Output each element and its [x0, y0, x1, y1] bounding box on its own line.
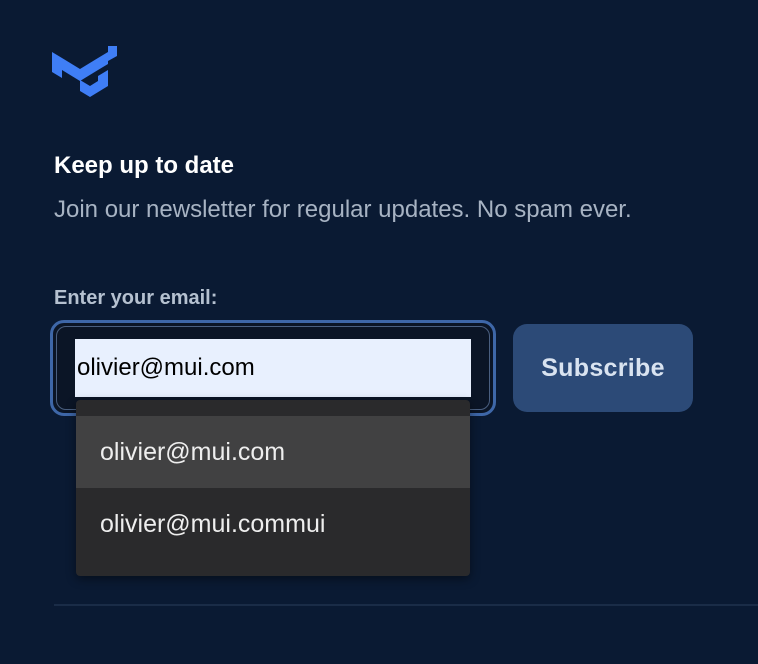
subscribe-button[interactable]: Subscribe	[513, 324, 693, 412]
autocomplete-option[interactable]: olivier@mui.com	[76, 416, 470, 488]
newsletter-subtext: Join our newsletter for regular updates.…	[54, 196, 632, 223]
mui-logo-icon[interactable]	[52, 46, 118, 102]
autocomplete-dropdown: olivier@mui.com olivier@mui.commui	[76, 400, 470, 576]
email-input[interactable]	[75, 339, 471, 397]
newsletter-heading: Keep up to date	[54, 152, 235, 179]
mui-logo-svg	[52, 46, 117, 97]
autocomplete-option[interactable]: olivier@mui.commui	[76, 488, 470, 560]
section-divider	[54, 604, 758, 606]
email-label: Enter your email:	[54, 287, 218, 309]
